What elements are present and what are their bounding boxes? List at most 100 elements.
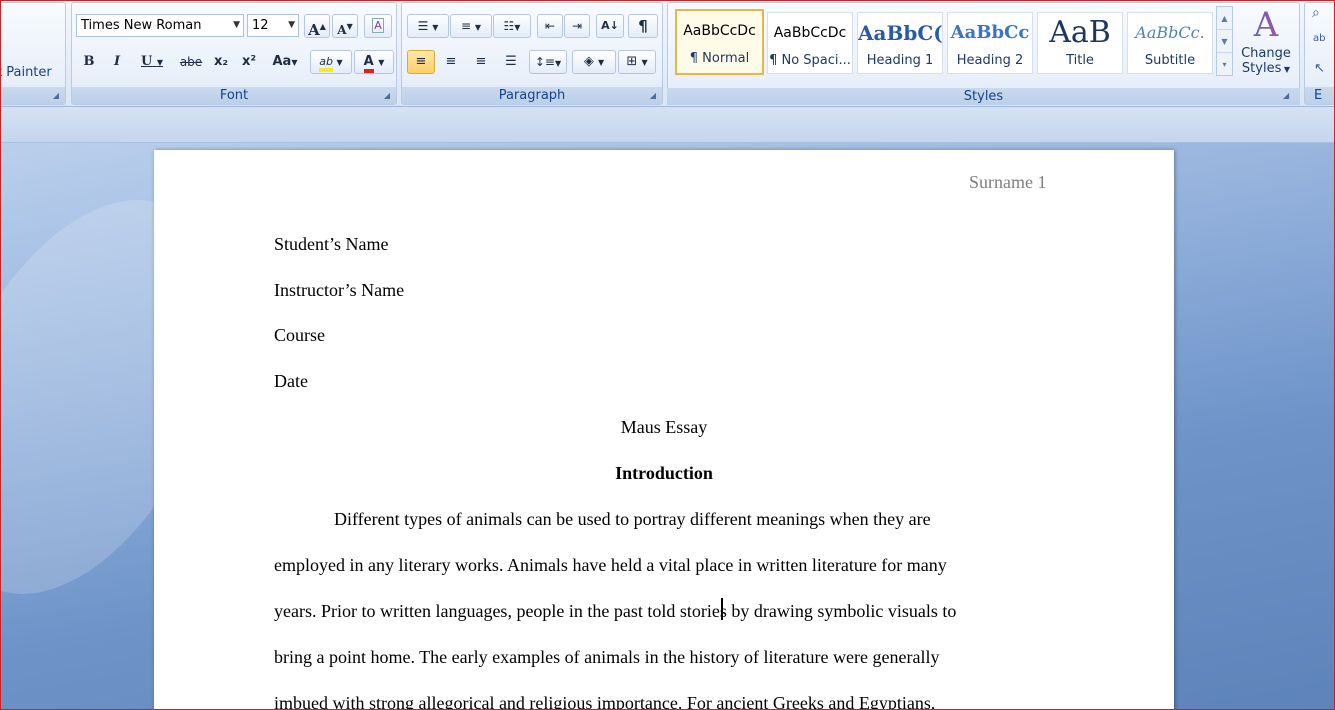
increase-indent-button[interactable]: ⇥ [564, 14, 590, 38]
bold-icon: B [83, 54, 95, 69]
font-family-combo[interactable]: Times New Roman ▼ [76, 14, 244, 37]
style-heading-2[interactable]: AaBbCc Heading 2 [947, 12, 1033, 74]
gallery-scroll-up-icon[interactable]: ▲ [1217, 7, 1232, 30]
align-left-button[interactable]: ≡ [407, 50, 435, 74]
shrink-font-button[interactable]: A▼ [332, 14, 358, 38]
strikethrough-icon: abe [179, 55, 203, 69]
style-subtitle-label: Subtitle [1144, 53, 1196, 68]
course-line[interactable]: Course [274, 323, 325, 347]
gallery-scroll-down-icon[interactable]: ▼ [1217, 30, 1232, 53]
styles-dialog-launcher-icon[interactable]: ◢ [1283, 91, 1289, 100]
ruler-band [0, 107, 1335, 143]
bullets-icon: ☰ [417, 19, 429, 33]
style-title[interactable]: AaB Title [1037, 12, 1123, 74]
clipboard-group: t Painter ◢ [0, 2, 66, 105]
font-size-combo[interactable]: 12 ▼ [247, 14, 299, 37]
underline-icon: U [140, 54, 153, 69]
font-size-dropdown-icon[interactable]: ▼ [288, 15, 295, 36]
sort-button[interactable]: A↓ [596, 14, 624, 38]
font-color-dropdown-icon[interactable]: ▼ [378, 58, 384, 67]
pilcrow-icon: ¶ [638, 17, 648, 35]
style-subtitle-sample: AaBbCc. [1135, 23, 1205, 42]
date-line[interactable]: Date [274, 369, 308, 393]
select-icon[interactable]: ↖ [1314, 61, 1325, 76]
multilevel-list-button[interactable]: ☷▼ [493, 14, 531, 38]
numbering-button[interactable]: ≡ ▼ [450, 14, 492, 38]
style-heading-1[interactable]: AaBbC( Heading 1 [857, 12, 943, 74]
bullets-button[interactable]: ☰ ▼ [407, 14, 449, 38]
clear-formatting-icon: A [372, 18, 384, 33]
style-normal-label: ¶ Normal [689, 51, 750, 66]
line-spacing-button[interactable]: ↕≡▼ [529, 50, 567, 74]
style-heading-1-label: Heading 1 [866, 53, 934, 68]
grow-font-button[interactable]: A▲ [304, 14, 330, 39]
style-no-spacing-label: ¶ No Spaci... [769, 53, 851, 68]
paragraph-dialog-launcher-icon[interactable]: ◢ [648, 91, 658, 101]
align-center-icon: ≡ [445, 54, 457, 69]
replace-icon[interactable]: ab [1313, 33, 1325, 44]
student-name-line[interactable]: Student’s Name [274, 232, 389, 256]
style-normal[interactable]: AaBbCcDc ¶ Normal [675, 9, 764, 75]
change-styles-button[interactable]: A Change Styles ▼ [1238, 4, 1294, 84]
format-painter-button[interactable]: t Painter [0, 65, 52, 80]
multilevel-list-icon: ☷ [503, 19, 515, 33]
editing-group: ⌕ ab ↖ E [1304, 2, 1335, 105]
strikethrough-button[interactable]: abe [176, 50, 206, 74]
italic-button[interactable]: I [104, 50, 130, 74]
increase-indent-icon: ⇥ [571, 19, 583, 33]
find-icon[interactable]: ⌕ [1312, 5, 1320, 21]
bold-button[interactable]: B [76, 50, 102, 74]
document-page[interactable]: Surname 1 Student’s Name Instructor’s Na… [154, 150, 1174, 710]
font-dialog-launcher-icon[interactable]: ◢ [382, 91, 392, 101]
font-group-label: Font [72, 87, 396, 104]
font-family-value: Times New Roman [81, 18, 202, 33]
styles-gallery-scrollbar[interactable]: ▲ ▼ ▾ [1216, 6, 1233, 76]
style-normal-sample: AaBbCcDc [683, 23, 756, 39]
subscript-icon: x₂ [213, 54, 229, 69]
font-size-value: 12 [252, 18, 269, 33]
underline-dropdown-icon[interactable]: ▼ [157, 57, 163, 67]
ribbon: t Painter ◢ Times New Roman ▼ 12 ▼ A▲ A▼… [0, 0, 1335, 107]
font-group: Times New Roman ▼ 12 ▼ A▲ A▼ A B I U ▼ a… [71, 2, 397, 105]
body-line[interactable]: employed in any literary works. Animals … [274, 553, 947, 577]
style-heading-2-label: Heading 2 [956, 53, 1024, 68]
paragraph-group: ☰ ▼ ≡ ▼ ☷▼ ⇤ ⇥ A↓ ¶ ≡ ≡ ≡ ☰ ↕≡▼ ◈ ▼ ⊞ ▼ … [401, 2, 663, 105]
body-line[interactable]: years. Prior to written languages, peopl… [274, 599, 956, 623]
section-heading[interactable]: Introduction [154, 461, 1174, 485]
body-line[interactable]: imbued with strong allegorical and relig… [274, 691, 935, 710]
subscript-button[interactable]: x₂ [208, 50, 234, 74]
style-no-spacing[interactable]: AaBbCcDc ¶ No Spaci... [767, 12, 853, 74]
borders-icon: ⊞ [626, 54, 638, 69]
change-styles-icon: A [1238, 4, 1294, 46]
page-header[interactable]: Surname 1 [969, 172, 1046, 193]
gallery-more-icon[interactable]: ▾ [1217, 53, 1232, 76]
instructor-name-line[interactable]: Instructor’s Name [274, 278, 404, 302]
font-family-dropdown-icon[interactable]: ▼ [233, 15, 240, 36]
decrease-indent-button[interactable]: ⇤ [537, 14, 563, 38]
styles-group-label: Styles [667, 88, 1300, 105]
align-right-button[interactable]: ≡ [467, 50, 495, 74]
style-heading-1-sample: AaBbC( [858, 21, 942, 45]
highlight-dropdown-icon[interactable]: ▼ [337, 58, 343, 67]
justify-button[interactable]: ☰ [497, 50, 525, 74]
underline-button[interactable]: U ▼ [132, 50, 172, 74]
style-subtitle[interactable]: AaBbCc. Subtitle [1127, 12, 1213, 74]
style-title-sample: AaB [1049, 15, 1111, 50]
document-title[interactable]: Maus Essay [154, 415, 1174, 439]
body-line[interactable]: Different types of animals can be used t… [334, 507, 931, 531]
font-color-button[interactable]: A ▼ [354, 50, 394, 74]
change-case-icon: Aa [272, 54, 292, 69]
superscript-button[interactable]: x² [236, 50, 262, 74]
highlight-button[interactable]: ab ▼ [310, 50, 352, 74]
align-center-button[interactable]: ≡ [437, 50, 465, 74]
clear-formatting-button[interactable]: A [364, 14, 392, 38]
show-formatting-button[interactable]: ¶ [628, 14, 658, 38]
body-line[interactable]: bring a point home. The early examples o… [274, 645, 939, 669]
borders-button[interactable]: ⊞ ▼ [618, 50, 656, 74]
font-color-icon: A [363, 54, 374, 73]
clipboard-dialog-launcher-icon[interactable]: ◢ [51, 91, 61, 101]
shading-button[interactable]: ◈ ▼ [572, 50, 616, 74]
change-case-button[interactable]: Aa▼ [266, 50, 304, 74]
change-styles-label-2: Styles [1241, 61, 1282, 76]
align-left-icon: ≡ [415, 54, 427, 69]
